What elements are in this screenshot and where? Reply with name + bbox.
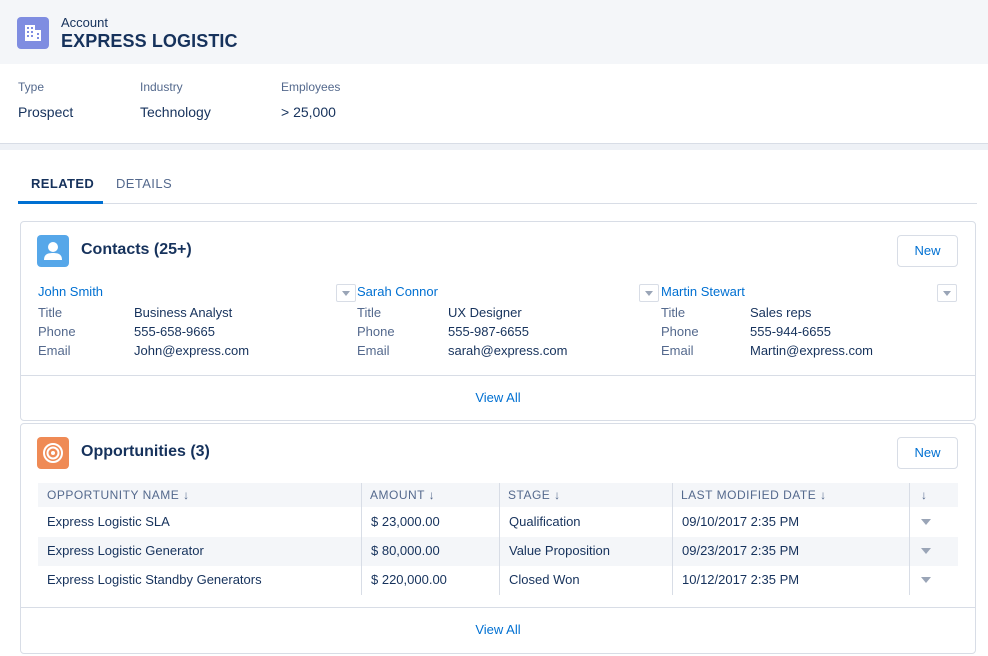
sort-arrow-icon[interactable]: ↓ <box>921 488 928 502</box>
opportunities-title: Opportunities (3) <box>81 443 210 460</box>
sort-arrow-icon: ↓ <box>428 488 436 502</box>
stage-cell: Qualification <box>509 514 581 529</box>
stage-cell: Value Proposition <box>509 543 610 558</box>
contact-tile: Sarah Connor Title UX Designer Phone 555… <box>357 284 659 364</box>
contact-actions-button[interactable] <box>336 284 356 302</box>
contact-name-link[interactable]: Sarah Connor <box>357 284 438 299</box>
sort-arrow-icon: ↓ <box>554 488 561 502</box>
amount-cell: $ 220,000.00 <box>371 572 447 587</box>
industry-label: Industry <box>140 80 183 94</box>
new-opportunity-button[interactable]: New <box>897 437 958 469</box>
column-header-opportunity-name[interactable]: OPPORTUNITY NAME ↓ <box>47 488 190 502</box>
table-row: Express Logistic Generator $ 80,000.00 V… <box>38 537 958 566</box>
contact-name-link[interactable]: John Smith <box>38 284 103 299</box>
target-icon <box>37 437 69 469</box>
contact-name-link[interactable]: Martin Stewart <box>661 284 745 299</box>
building-icon <box>17 17 49 49</box>
column-divider <box>361 483 362 595</box>
object-label: Account <box>61 15 108 30</box>
contact-phone-value: 555-944-6655 <box>750 324 831 339</box>
tab-details[interactable]: DETAILS <box>116 176 172 191</box>
tab-related[interactable]: RELATED <box>31 176 94 191</box>
row-actions-icon[interactable] <box>921 548 931 554</box>
contact-title-value: Business Analyst <box>134 305 233 320</box>
contact-title-label: Title <box>38 305 63 320</box>
sort-arrow-icon: ↓ <box>820 488 827 502</box>
row-actions-icon[interactable] <box>921 577 931 583</box>
contacts-card: Contacts (25+) New John Smith Title Busi… <box>20 221 976 421</box>
record-name: EXPRESS LOGISTIC <box>61 31 238 51</box>
opportunity-name-cell[interactable]: Express Logistic SLA <box>47 514 170 529</box>
table-row: Express Logistic Standby Generators $ 22… <box>38 566 958 595</box>
contact-email-label: Email <box>357 343 390 358</box>
contact-phone-label: Phone <box>357 324 395 339</box>
opportunities-card: Opportunities (3) New OPPORTUNITY NAME ↓… <box>20 423 976 654</box>
contact-title-label: Title <box>661 305 686 320</box>
contact-tile: Martin Stewart Title Sales reps Phone 55… <box>661 284 961 364</box>
contact-icon <box>37 235 69 267</box>
modified-date-cell: 09/10/2017 2:35 PM <box>682 514 800 529</box>
modified-date-cell: 10/12/2017 2:35 PM <box>682 572 800 587</box>
contacts-view-all-link[interactable]: View All <box>475 390 520 405</box>
contact-email-label: Email <box>38 343 71 358</box>
contact-email-value: sarah@express.com <box>448 343 568 358</box>
type-value: Prospect <box>18 104 74 120</box>
contact-phone-label: Phone <box>38 324 76 339</box>
contact-actions-button[interactable] <box>639 284 659 302</box>
contact-phone-value: 555-658-9665 <box>134 324 215 339</box>
contact-title-value: Sales reps <box>750 305 812 320</box>
table-row: Express Logistic SLA $ 23,000.00 Qualifi… <box>38 508 958 537</box>
contact-title-value: UX Designer <box>448 305 522 320</box>
contacts-title: Contacts (25+) <box>81 241 192 258</box>
employees-value: > 25,000 <box>281 104 336 120</box>
opportunity-name-cell[interactable]: Express Logistic Generator <box>47 543 204 558</box>
opportunities-view-all-link[interactable]: View All <box>475 622 520 637</box>
modified-date-cell: 09/23/2017 2:35 PM <box>682 543 800 558</box>
column-divider <box>499 483 500 595</box>
column-header-stage[interactable]: STAGE ↓ <box>508 488 561 502</box>
column-divider <box>909 483 910 595</box>
contact-actions-button[interactable] <box>937 284 957 302</box>
opportunity-name-cell[interactable]: Express Logistic Standby Generators <box>47 572 262 587</box>
row-actions-icon[interactable] <box>921 519 931 525</box>
highlights-panel: Type Prospect Industry Technology Employ… <box>0 64 988 144</box>
record-header: Account EXPRESS LOGISTIC <box>0 0 988 64</box>
contact-tile: John Smith Title Business Analyst Phone … <box>38 284 356 364</box>
amount-cell: $ 80,000.00 <box>371 543 440 558</box>
contacts-footer: View All <box>21 375 975 419</box>
amount-cell: $ 23,000.00 <box>371 514 440 529</box>
table-header: OPPORTUNITY NAME ↓ AMOUNT ↓ STAGE ↓ LAST… <box>38 483 958 507</box>
opportunities-footer: View All <box>21 607 975 651</box>
contact-phone-label: Phone <box>661 324 699 339</box>
contact-email-label: Email <box>661 343 694 358</box>
type-label: Type <box>18 80 45 94</box>
contact-phone-value: 555-987-6655 <box>448 324 529 339</box>
contact-email-value: Martin@express.com <box>750 343 874 358</box>
active-tab-indicator <box>18 201 103 204</box>
contact-email-value: John@express.com <box>134 343 250 358</box>
new-contact-button[interactable]: New <box>897 235 958 267</box>
column-header-amount[interactable]: AMOUNT ↓ <box>370 488 435 502</box>
record-tabs: RELATED DETAILS <box>18 166 977 204</box>
sort-arrow-icon: ↓ <box>183 488 190 502</box>
column-divider <box>672 483 673 595</box>
column-header-last-modified[interactable]: LAST MODIFIED DATE ↓ <box>681 488 827 502</box>
contact-title-label: Title <box>357 305 382 320</box>
stage-cell: Closed Won <box>509 572 580 587</box>
employees-label: Employees <box>281 80 341 94</box>
section-divider <box>0 144 988 150</box>
industry-value: Technology <box>140 104 211 120</box>
